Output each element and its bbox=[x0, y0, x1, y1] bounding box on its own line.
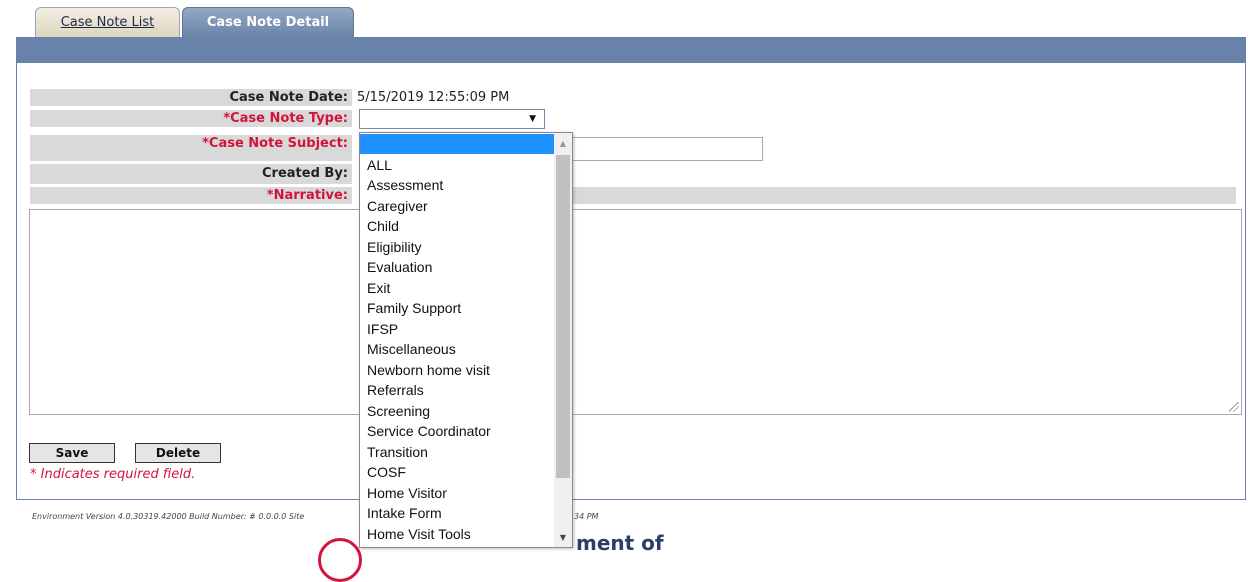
case-note-date-value: 5/15/2019 12:55:09 PM bbox=[357, 90, 510, 105]
scroll-up-icon[interactable]: ▲ bbox=[554, 133, 572, 153]
dropdown-option[interactable]: Referrals bbox=[360, 380, 554, 400]
department-name-text: ment of bbox=[576, 531, 664, 555]
dropdown-option[interactable]: Screening bbox=[360, 401, 554, 421]
narrative-label: *Narrative: bbox=[30, 187, 352, 204]
scroll-thumb[interactable] bbox=[556, 155, 570, 478]
dropdown-option[interactable]: ALL bbox=[360, 155, 554, 175]
dropdown-option[interactable]: Family Support bbox=[360, 298, 554, 318]
dropdown-option[interactable]: Exit bbox=[360, 278, 554, 298]
department-logo-icon bbox=[318, 538, 362, 582]
dropdown-option[interactable]: Intake Form bbox=[360, 503, 554, 523]
case-note-date-label: Case Note Date: bbox=[30, 89, 352, 106]
dropdown-option[interactable] bbox=[360, 134, 554, 154]
case-note-type-dropdown-list[interactable]: ALL Assessment Caregiver Child Eligibility Ev… bbox=[359, 132, 573, 548]
narrative-label-bar bbox=[571, 187, 1236, 204]
tab-case-note-list[interactable]: Case Note List bbox=[35, 7, 180, 38]
tab-case-note-detail[interactable]: Case Note Detail bbox=[182, 7, 354, 38]
dropdown-option[interactable]: Assessment bbox=[360, 175, 554, 195]
dropdown-option[interactable]: Evaluation bbox=[360, 257, 554, 277]
dropdown-option[interactable]: Transition bbox=[360, 442, 554, 462]
required-field-note: * Indicates required field. bbox=[30, 467, 196, 482]
dropdown-option[interactable]: Child bbox=[360, 216, 554, 236]
dropdown-option[interactable]: Home Visitor bbox=[360, 483, 554, 503]
dropdown-option[interactable]: COSF bbox=[360, 462, 554, 482]
resize-grip-icon[interactable] bbox=[1229, 402, 1239, 412]
case-note-subject-label: *Case Note Subject: bbox=[30, 135, 352, 161]
created-by-label: Created By: bbox=[30, 164, 352, 184]
case-note-subject-input[interactable] bbox=[571, 137, 763, 161]
dropdown-option[interactable]: IFSP bbox=[360, 319, 554, 339]
scroll-down-icon[interactable]: ▼ bbox=[554, 529, 572, 547]
narrative-textarea[interactable] bbox=[29, 209, 1242, 415]
chevron-down-icon[interactable]: ▼ bbox=[529, 114, 536, 124]
save-button[interactable]: Save bbox=[29, 443, 115, 463]
dropdown-option[interactable]: Caregiver bbox=[360, 196, 554, 216]
environment-version-text: Environment Version 4.0.30319.42000 Buil… bbox=[32, 512, 305, 521]
dropdown-option[interactable]: Newborn home visit bbox=[360, 360, 554, 380]
header-bar bbox=[16, 37, 1246, 63]
dropdown-option[interactable]: Miscellaneous bbox=[360, 339, 554, 359]
delete-button[interactable]: Delete bbox=[135, 443, 221, 463]
dropdown-scrollbar[interactable]: ▲ ▼ bbox=[554, 133, 572, 547]
case-note-type-select[interactable]: ▼ bbox=[359, 109, 545, 129]
dropdown-option[interactable]: Home Visit Tools bbox=[360, 524, 554, 544]
dropdown-option[interactable]: Eligibility bbox=[360, 237, 554, 257]
footer-time-text: 34 PM bbox=[574, 512, 599, 521]
dropdown-option[interactable]: Service Coordinator bbox=[360, 421, 554, 441]
case-note-type-label: *Case Note Type: bbox=[30, 110, 352, 127]
